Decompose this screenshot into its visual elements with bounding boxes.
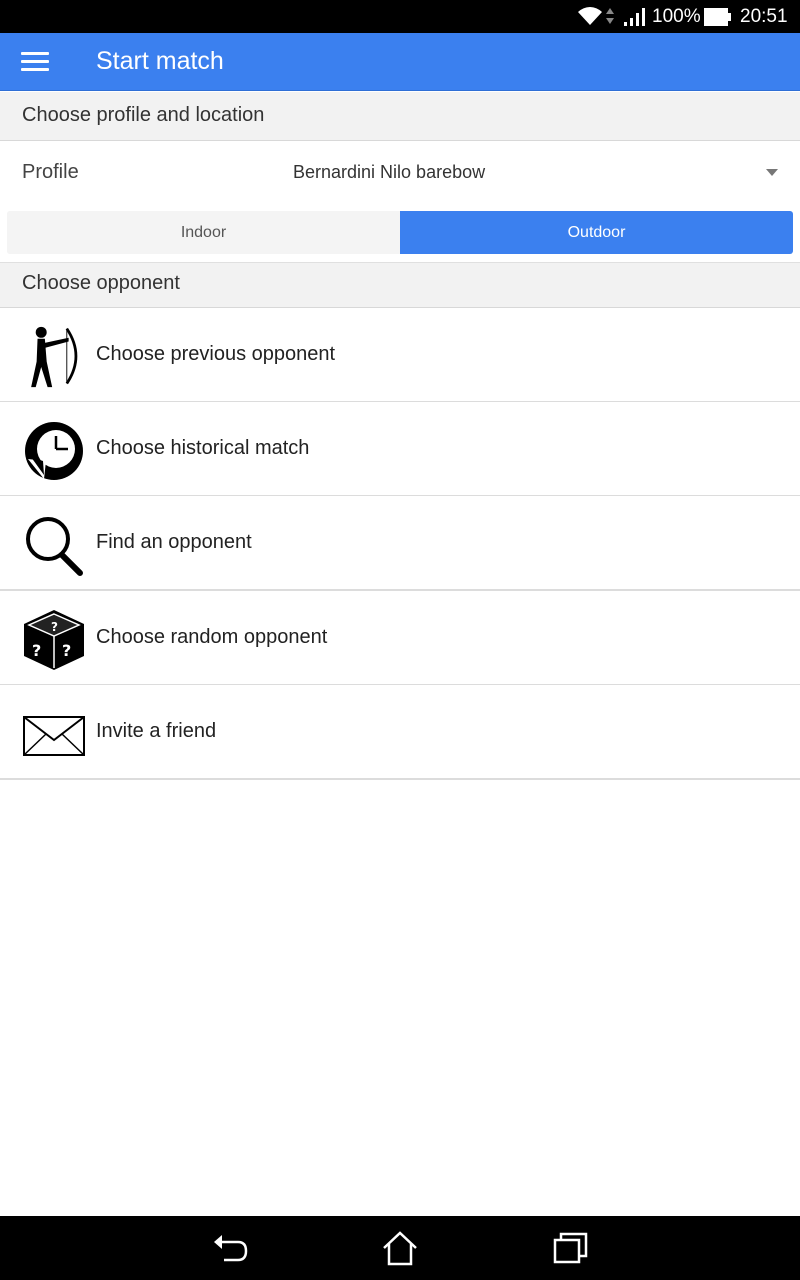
chevron-down-icon [766,169,778,176]
list-item-label: Choose previous opponent [96,343,336,365]
app-bar: Start match [0,33,800,91]
list-item-random-opponent[interactable]: ? ? ? Choose random opponent [0,591,800,686]
svg-text:?: ? [51,620,58,634]
list-item-label: Choose random opponent [96,626,328,648]
back-icon[interactable] [210,1228,250,1268]
dice-icon: ? ? ? [24,610,84,670]
svg-text:?: ? [32,641,41,660]
list-item-label: Choose historical match [96,437,310,459]
magnifier-icon [26,517,83,576]
section-header-profile: Choose profile and location [0,92,800,141]
svg-text:?: ? [62,641,71,660]
section-header-opponent: Choose opponent [0,262,800,308]
list-item-previous-opponent[interactable]: Choose previous opponent [0,308,800,403]
hamburger-menu-icon[interactable] [14,43,56,81]
list-item-invite-friend[interactable]: Invite a friend [0,685,800,780]
home-icon[interactable] [380,1228,420,1268]
page-title: Start match [96,47,224,75]
profile-dropdown[interactable]: Bernardini Nilo barebow [285,151,790,193]
tab-indoor[interactable]: Indoor [7,211,400,254]
list-item-label: Invite a friend [96,720,217,742]
archer-icon [31,326,78,388]
battery-icon [704,8,731,26]
list-item-historical-match[interactable]: Choose historical match [0,402,800,497]
data-arrows-icon [606,8,614,24]
status-time: 20:51 [740,6,788,27]
status-bar: 100% 20:51 [0,0,800,33]
list-item-find-opponent[interactable]: Find an opponent [0,496,800,591]
profile-label: Profile [22,161,79,183]
tab-outdoor[interactable]: Outdoor [400,211,793,254]
recents-icon[interactable] [550,1228,590,1268]
signal-icon [624,8,645,26]
envelope-icon [23,716,85,756]
section-header-profile-label: Choose profile and location [22,104,265,126]
location-toggle: Indoor Outdoor [7,211,793,254]
wifi-icon [578,7,602,25]
profile-dropdown-value: Bernardini Nilo barebow [293,162,486,182]
history-clock-icon [25,422,83,480]
list-item-label: Find an opponent [96,531,252,553]
section-header-opponent-label: Choose opponent [22,272,180,294]
battery-percent: 100% [652,6,701,27]
system-nav-bar [0,1216,800,1280]
profile-row: Profile Bernardini Nilo barebow [0,141,800,203]
